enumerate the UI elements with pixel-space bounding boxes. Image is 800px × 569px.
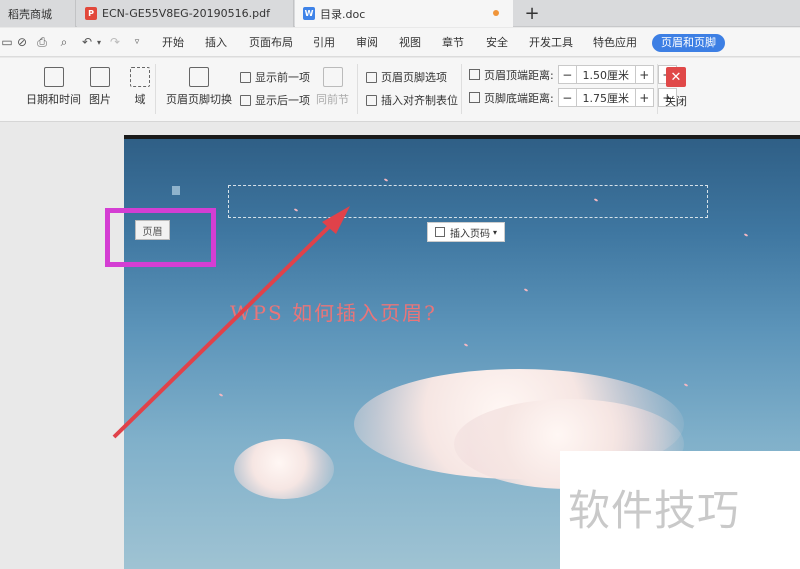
date-time-label: 日期和时间 (26, 93, 81, 106)
show-next-icon (240, 94, 251, 106)
highlight-box (105, 208, 216, 267)
menu-chapter[interactable]: 章节 (442, 28, 464, 57)
header-top-increase-button[interactable]: + (634, 65, 654, 84)
petal-decoration (743, 233, 749, 237)
save-icon[interactable]: ⊘ (15, 35, 29, 49)
insert-page-number-button[interactable]: 插入页码 ▾ (427, 222, 506, 242)
menu-page-layout[interactable]: 页面布局 (249, 28, 293, 57)
word-icon: W (303, 7, 315, 20)
show-next-button[interactable]: 显示后一项 (240, 92, 310, 108)
footer-bottom-decrease-button[interactable]: − (557, 88, 577, 107)
field-label: 域 (134, 93, 146, 106)
footer-bottom-label: 页脚底端距离: (484, 91, 554, 105)
print-preview-icon[interactable]: ⌕ (57, 35, 71, 49)
menu-header-footer[interactable]: 页眉和页脚 (652, 34, 725, 52)
page-number-icon (435, 227, 445, 237)
divider (657, 64, 658, 114)
date-time-button[interactable]: 日期和时间 (26, 67, 81, 107)
unsaved-dot-icon (493, 10, 499, 16)
footer-bottom-input[interactable]: 1.75厘米 (576, 88, 635, 107)
menu-bar: ▭ ⊘ ⎙ ⌕ ↶ ▾ ↷ ▿ 开始 插入 页面布局 引用 审阅 视图 章节 安… (0, 28, 800, 57)
picture-button[interactable]: 图片 (89, 67, 111, 107)
insert-page-number-label: 插入页码 (450, 228, 490, 240)
switch-icon (189, 67, 209, 87)
menu-view[interactable]: 视图 (399, 28, 421, 57)
close-header-footer-button[interactable]: 关闭 (665, 93, 687, 109)
show-next-label: 显示后一项 (255, 94, 310, 107)
insert-align-tab-button[interactable]: 插入对齐制表位 (366, 92, 458, 108)
switch-label: 页眉页脚切换 (166, 93, 232, 106)
options-icon (366, 71, 377, 83)
header-marker-icon (172, 186, 180, 195)
document-title: WPS 如何插入页眉? (230, 301, 437, 325)
header-distance-icon (469, 69, 480, 80)
redo-icon[interactable]: ↷ (108, 35, 122, 49)
header-top-decrease-button[interactable]: − (557, 65, 577, 84)
petal-decoration (383, 178, 389, 182)
print-icon[interactable]: ⎙ (35, 35, 49, 49)
tab-bar: 稻壳商城 P ECN-GE55V8EG-20190516.pdf W 目录.do… (0, 0, 800, 27)
header-edit-area[interactable] (228, 185, 708, 218)
divider (155, 64, 156, 114)
header-top-label: 页眉顶端距离: (484, 68, 554, 82)
options-label: 页眉页脚选项 (381, 71, 447, 84)
customize-toolbar-icon[interactable]: ▿ (130, 35, 144, 49)
petal-decoration (523, 288, 529, 292)
petal-decoration (463, 343, 469, 347)
tab-pdf[interactable]: P ECN-GE55V8EG-20190516.pdf (77, 0, 294, 27)
header-top-distance-control: 页眉顶端距离: − 1.50厘米 + + (469, 65, 677, 84)
folder-icon[interactable]: ▭ (0, 35, 14, 49)
undo-dropdown-icon[interactable]: ▾ (92, 35, 106, 49)
tab-label: 目录.doc (320, 7, 366, 21)
watermark-text: 软件技巧 (568, 486, 741, 535)
insert-align-tab-label: 插入对齐制表位 (381, 94, 458, 107)
menu-references[interactable]: 引用 (313, 28, 335, 57)
petal-decoration (218, 393, 224, 397)
new-tab-button[interactable]: + (521, 2, 543, 24)
align-tab-icon (366, 94, 377, 106)
divider (461, 64, 462, 114)
menu-home[interactable]: 开始 (162, 28, 184, 57)
menu-developer[interactable]: 开发工具 (529, 28, 573, 57)
tab-doc-active[interactable]: W 目录.doc (295, 0, 513, 27)
menu-special[interactable]: 特色应用 (593, 28, 637, 57)
pdf-icon: P (85, 7, 97, 20)
menu-insert[interactable]: 插入 (205, 28, 227, 57)
ribbon-toolbar: 日期和时间 图片 域 页眉页脚切换 显示前一项 显示后一项 同前节 页眉页脚选项… (0, 58, 800, 122)
petal-decoration (683, 383, 689, 387)
chevron-down-icon: ▾ (493, 227, 498, 237)
menu-security[interactable]: 安全 (486, 28, 508, 57)
header-top-input[interactable]: 1.50厘米 (576, 65, 635, 84)
picture-icon (90, 67, 110, 87)
footer-distance-icon (469, 92, 480, 103)
close-icon[interactable]: ✕ (666, 67, 686, 87)
show-previous-button[interactable]: 显示前一项 (240, 69, 310, 85)
show-previous-icon (240, 71, 251, 83)
divider (357, 64, 358, 114)
picture-label: 图片 (89, 93, 111, 106)
footer-bottom-increase-button[interactable]: + (634, 88, 654, 107)
watermark-panel: 软件技巧 (560, 451, 800, 569)
tab-label: ECN-GE55V8EG-20190516.pdf (102, 7, 270, 20)
footer-bottom-distance-control: 页脚底端距离: − 1.75厘米 + + (469, 88, 677, 107)
cloud-decoration (234, 439, 334, 499)
menu-review[interactable]: 审阅 (356, 28, 378, 57)
show-previous-label: 显示前一项 (255, 71, 310, 84)
header-footer-options-button[interactable]: 页眉页脚选项 (366, 69, 447, 85)
field-icon (130, 67, 150, 87)
same-as-previous-label: 同前节 (316, 93, 349, 106)
tab-label: 稻壳商城 (8, 7, 52, 21)
calendar-icon (43, 67, 64, 87)
same-as-previous-button[interactable]: 同前节 (316, 67, 349, 107)
header-footer-switch-button[interactable]: 页眉页脚切换 (166, 67, 232, 107)
tab-docer-store[interactable]: 稻壳商城 (0, 0, 76, 27)
field-button[interactable]: 域 (130, 67, 150, 107)
same-as-previous-icon (322, 67, 343, 87)
